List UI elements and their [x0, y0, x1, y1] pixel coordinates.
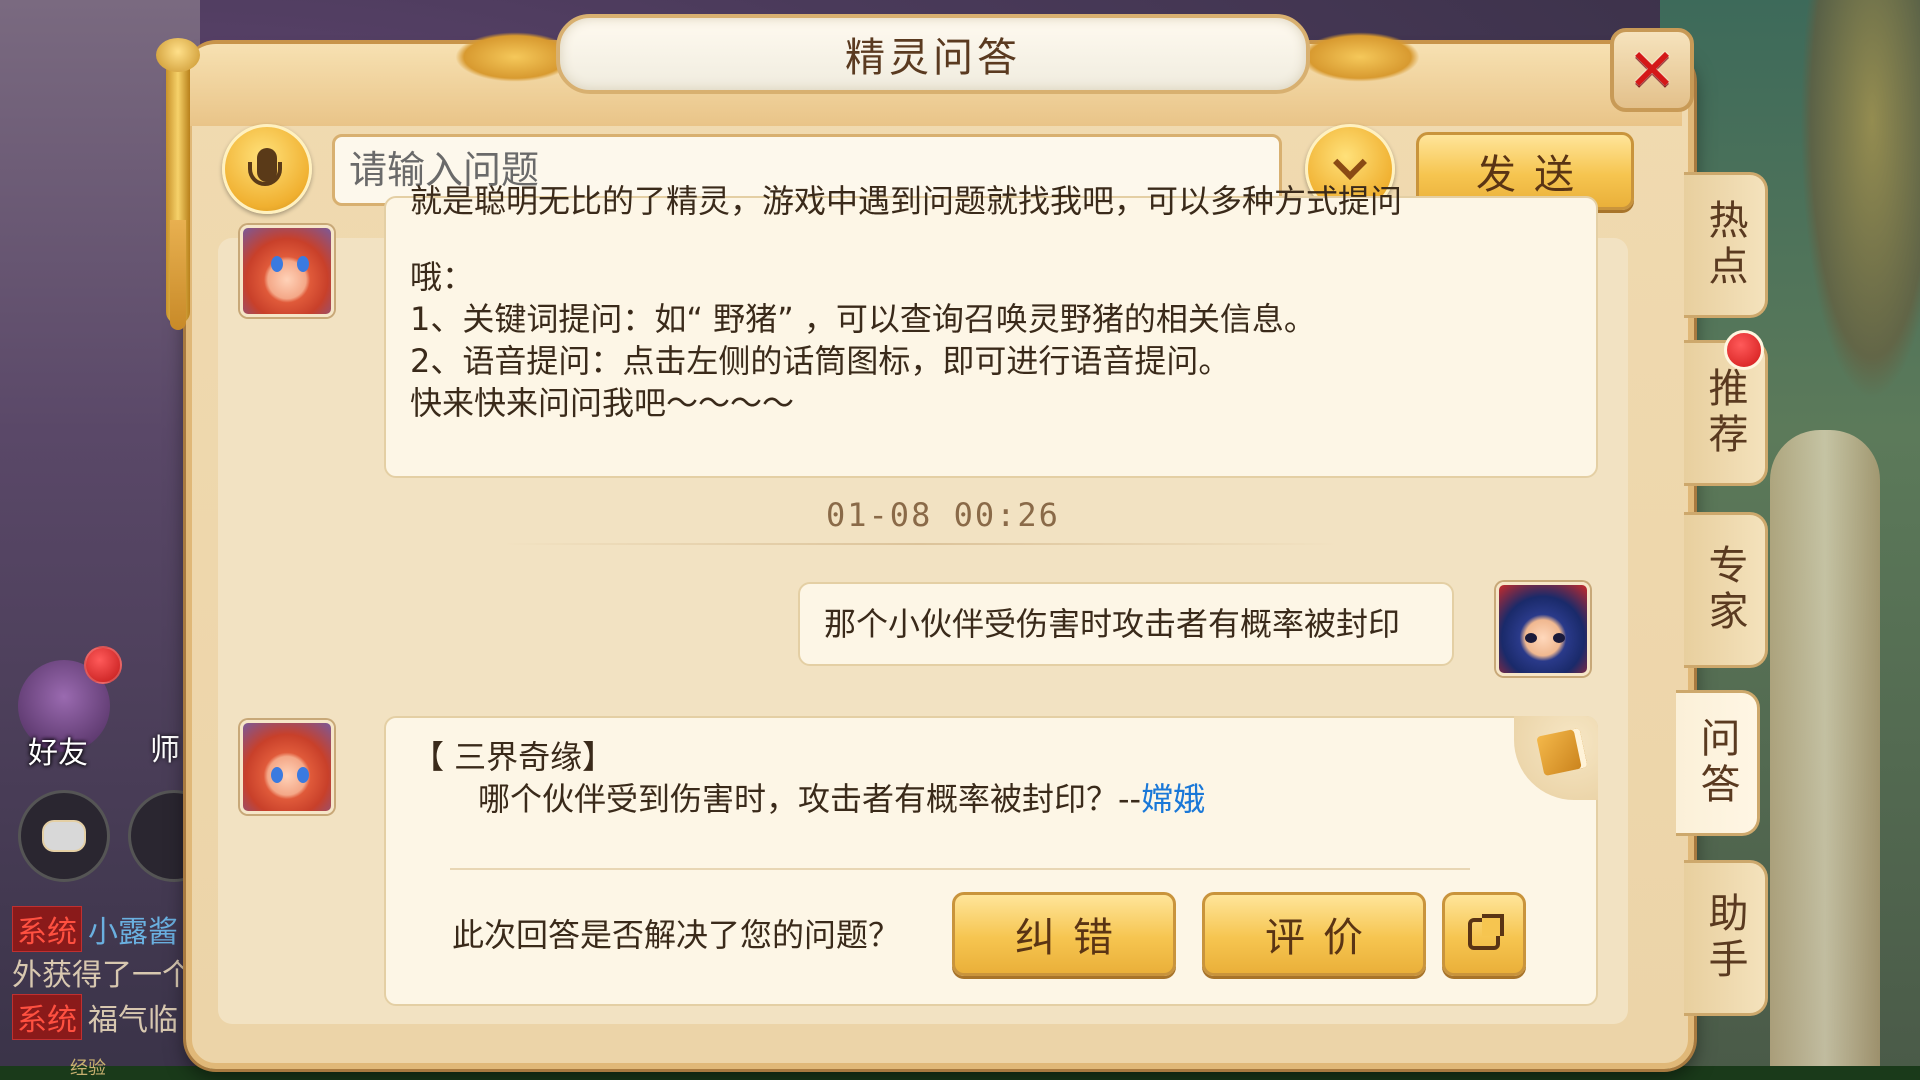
answer-divider — [450, 868, 1470, 870]
timestamp-divider — [500, 543, 1340, 545]
answer-source-link[interactable]: 嫦娥 — [1141, 780, 1205, 818]
master-label: 师 — [150, 733, 180, 768]
pillar-decoration — [1770, 430, 1880, 1080]
message-timestamp: 01-08 00:26 — [826, 496, 1060, 534]
chat-bubble-icon — [42, 820, 86, 852]
spirit-avatar — [240, 225, 334, 317]
system-tag: 系统 — [12, 906, 82, 952]
report-error-button[interactable]: 纠错 — [952, 892, 1176, 976]
chat-line-text: 福气临 — [88, 1003, 178, 1038]
chat-button[interactable] — [18, 790, 110, 882]
tassel-decoration — [170, 220, 186, 330]
chevron-down-icon — [1333, 146, 1367, 180]
chat-log-line: 系统 福气临 — [12, 994, 178, 1040]
share-button[interactable] — [1442, 892, 1526, 976]
chat-line-text: 小露酱 — [88, 915, 178, 950]
friends-notification-dot — [84, 646, 122, 684]
voice-input-button[interactable] — [222, 124, 312, 214]
tab-qa[interactable]: 问答 — [1676, 690, 1760, 836]
intro-line: 快来快来问问我吧～～～～ — [410, 384, 795, 422]
recommend-notification-dot — [1724, 330, 1764, 370]
close-icon: ✕ — [1627, 36, 1677, 104]
intro-message: 就是聪明无比的了精灵，游戏中遇到问题就找我吧，可以多种方式提问 哦： 1、关键词… — [384, 182, 1598, 478]
chat-log-line: 外获得了一个 — [12, 950, 192, 994]
dialog-title: 精灵问答 — [845, 35, 1021, 81]
intro-line: 1、关键词提问：如“ 野猪” ，可以查询召唤灵野猪的相关信息。 — [410, 300, 1316, 338]
system-tag: 系统 — [12, 994, 82, 1040]
scroll-rod-cap — [156, 38, 200, 72]
chat-log-line: 系统 小露酱 — [12, 906, 178, 952]
tab-assistant[interactable]: 助手 — [1684, 860, 1768, 1016]
cloud-ornament-right — [1300, 32, 1420, 82]
close-button[interactable]: ✕ — [1610, 28, 1694, 112]
friends-label: 好友 — [28, 736, 88, 771]
tab-expert[interactable]: 专家 — [1684, 512, 1768, 668]
answer-heading: 【 三界奇缘】 — [412, 738, 615, 776]
intro-line: 哦： — [410, 258, 475, 296]
microphone-icon — [248, 148, 282, 186]
dragon-decoration — [1800, 0, 1920, 400]
user-message: 那个小伙伴受伤害时攻击者有概率被封印 — [798, 582, 1454, 666]
title-plate: 精灵问答 — [556, 14, 1310, 94]
book-icon — [1536, 727, 1588, 777]
user-message-text: 那个小伙伴受伤害时攻击者有概率被封印 — [824, 605, 1401, 643]
book-badge — [1514, 716, 1598, 800]
spirit-avatar — [240, 720, 334, 814]
chat-line-text: 外获得了一个 — [12, 958, 192, 993]
rate-button[interactable]: 评价 — [1202, 892, 1426, 976]
experience-label: 经验 — [70, 1058, 106, 1079]
intro-line: 2、语音提问：点击左侧的话筒图标，即可进行语音提问。 — [410, 342, 1231, 380]
user-avatar — [1496, 582, 1590, 676]
share-icon — [1468, 914, 1504, 950]
answer-text: 哪个伙伴受到伤害时，攻击者有概率被封印？-- — [478, 780, 1142, 818]
tab-hot[interactable]: 热点 — [1684, 172, 1768, 318]
answer-body: 哪个伙伴受到伤害时，攻击者有概率被封印？--嫦娥 — [478, 778, 1205, 820]
intro-cut-line: 就是聪明无比的了精灵，游戏中遇到问题就找我吧，可以多种方式提问 — [410, 182, 1403, 220]
feedback-question: 此次回答是否解决了您的问题？ — [452, 916, 901, 954]
